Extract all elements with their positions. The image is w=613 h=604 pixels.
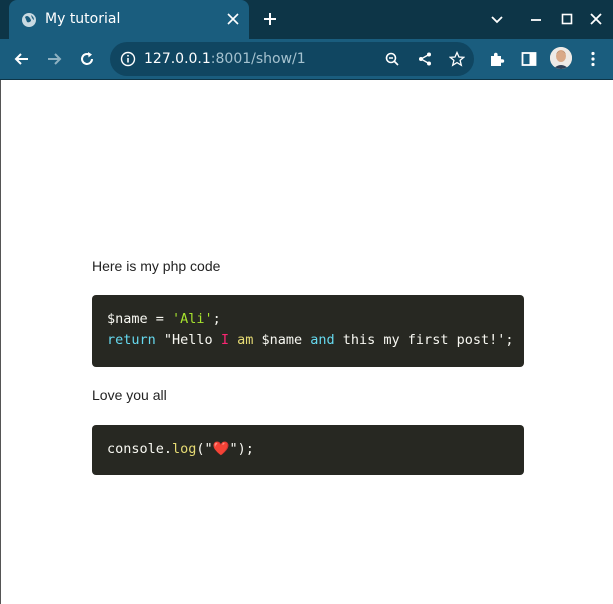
- reload-icon[interactable]: [78, 50, 96, 68]
- code-line-1: $name = 'Ali';: [107, 311, 221, 327]
- php-code-block: $name = 'Ali'; return "Hello I am $name …: [92, 295, 524, 367]
- zoom-icon[interactable]: [384, 51, 400, 67]
- window-left-border: [0, 80, 1, 604]
- profile-picture-icon: [550, 47, 572, 69]
- url-host: 127.0.0.1: [144, 51, 211, 67]
- closing-paragraph: Love you all: [92, 387, 167, 403]
- tab-title: My tutorial: [45, 11, 121, 27]
- intro-paragraph: Here is my php code: [92, 258, 221, 274]
- url-text[interactable]: 127.0.0.1:8001/show/1: [144, 51, 306, 67]
- browser-tab[interactable]: My tutorial: [9, 0, 249, 39]
- share-icon[interactable]: [417, 51, 433, 67]
- address-bar[interactable]: 127.0.0.1:8001/show/1: [110, 42, 474, 76]
- bookmark-star-icon[interactable]: [449, 51, 465, 67]
- tab-search-chevron-icon[interactable]: [489, 11, 505, 27]
- minimize-icon[interactable]: [528, 11, 544, 27]
- site-info-icon[interactable]: [120, 51, 136, 67]
- heart-emoji: ❤️: [212, 441, 230, 457]
- globe-icon: [22, 13, 36, 27]
- toolbar-border: [0, 79, 613, 80]
- close-window-icon[interactable]: [588, 11, 604, 27]
- forward-arrow-icon[interactable]: [45, 50, 63, 68]
- new-tab-icon[interactable]: [262, 11, 278, 27]
- js-code-block: console.log("❤️");: [92, 425, 524, 475]
- extensions-puzzle-icon[interactable]: [488, 50, 506, 68]
- back-arrow-icon[interactable]: [13, 50, 31, 68]
- side-panel-icon[interactable]: [520, 50, 538, 68]
- url-path: :8001/show/1: [210, 51, 306, 67]
- code-line-js: console.log("❤️");: [107, 441, 254, 457]
- browser-titlebar: My tutorial: [0, 0, 613, 39]
- close-tab-icon[interactable]: [227, 13, 239, 25]
- browser-toolbar: 127.0.0.1:8001/show/1: [0, 39, 613, 79]
- maximize-icon[interactable]: [559, 11, 575, 27]
- more-menu-icon[interactable]: [584, 50, 602, 68]
- code-line-2: return "Hello I am $name and this my fir…: [107, 332, 514, 348]
- profile-avatar[interactable]: [550, 47, 572, 69]
